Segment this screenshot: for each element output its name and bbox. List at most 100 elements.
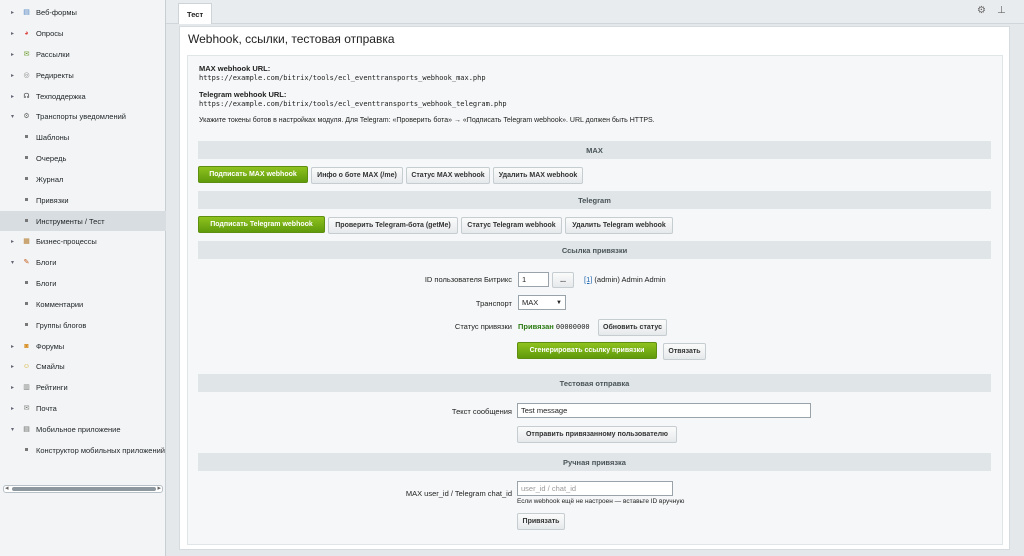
chevron-right-icon[interactable]: ▸ xyxy=(11,363,17,370)
sidebar-item-label: Почта xyxy=(36,403,57,413)
sidebar-item-label: Рейтинги xyxy=(36,382,68,392)
sidebar-item-3[interactable]: ▸ ✉ Рассылки xyxy=(0,44,166,64)
bind-button[interactable]: Привязать xyxy=(517,513,565,530)
sidebar-item-14[interactable]: Блоги xyxy=(0,273,166,293)
sidebar-item-9[interactable]: Журнал xyxy=(0,169,166,189)
sidebar-item-18[interactable]: ▸ ☺ Смайлы xyxy=(0,356,166,376)
binding-status: Привязан 00000000 xyxy=(518,322,590,331)
section-binding-link: Ссылка привязки xyxy=(198,241,991,259)
user-info: [1] (admin) Admin Admin xyxy=(584,275,666,284)
max-url-label: MAX webhook URL: xyxy=(199,64,271,73)
chevron-down-icon[interactable]: ▾ xyxy=(11,426,17,433)
manual-id-input[interactable]: user_id / chat_id xyxy=(517,481,673,496)
top-bar: Тест ⚙ ⊥ xyxy=(166,0,1024,24)
chevron-down-icon[interactable]: ▾ xyxy=(11,259,17,266)
user-name: (admin) Admin Admin xyxy=(592,275,666,284)
rating-icon: ▥ xyxy=(23,383,30,391)
bullet-icon xyxy=(25,135,28,138)
sidebar-item-label: Привязки xyxy=(36,195,69,205)
chevron-right-icon[interactable]: ▸ xyxy=(11,384,17,391)
pin-icon[interactable]: ⊥ xyxy=(997,5,1006,16)
sidebar-item-label: Комментарии xyxy=(36,299,84,309)
chevron-right-icon[interactable]: ▸ xyxy=(11,343,17,350)
chevron-right-icon[interactable]: ▸ xyxy=(11,30,17,37)
gear-icon: ⚙ xyxy=(23,112,30,120)
sidebar-item-label: Веб-формы xyxy=(36,7,77,17)
send-to-bound-user-button[interactable]: Отправить привязанному пользователю xyxy=(517,426,677,443)
chevron-right-icon[interactable]: ▸ xyxy=(11,9,17,16)
generate-link-button[interactable]: Сгенерировать ссылку привязки xyxy=(517,342,657,359)
sidebar-item-label: Опросы xyxy=(36,28,64,38)
sidebar-item-13[interactable]: ▾ ✎ Блоги xyxy=(0,252,166,272)
sidebar-item-15[interactable]: Комментарии xyxy=(0,294,166,314)
sidebar-item-label: Блоги xyxy=(36,257,57,267)
max-webhook-status-button[interactable]: Статус MAX webhook xyxy=(406,167,490,184)
bullet-icon xyxy=(25,302,28,305)
manual-id-hint: Если webhook ещё не настроен — вставьте … xyxy=(517,498,685,505)
sidebar-item-16[interactable]: Группы блогов xyxy=(0,315,166,335)
section-max: MAX xyxy=(198,141,991,159)
sidebar-item-label: Смайлы xyxy=(36,361,65,371)
user-id-input[interactable]: 1 xyxy=(518,272,549,287)
sidebar-item-19[interactable]: ▸ ▥ Рейтинги xyxy=(0,377,166,397)
manual-id-label: MAX user_id / Telegram chat_id xyxy=(405,489,512,498)
mail-icon: ✉ xyxy=(23,50,30,58)
user-browse-button[interactable]: ... xyxy=(552,272,574,288)
process-icon: ▦ xyxy=(23,237,30,245)
delete-max-webhook-button[interactable]: Удалить MAX webhook xyxy=(493,167,583,184)
smile-icon: ☺ xyxy=(22,362,31,370)
sidebar-item-1[interactable]: ▸ ▤ Веб-формы xyxy=(0,2,166,22)
sidebar-item-10[interactable]: Привязки xyxy=(0,190,166,210)
sidebar-item-7[interactable]: Шаблоны xyxy=(0,127,166,147)
telegram-url-label: Telegram webhook URL: xyxy=(199,90,287,99)
binding-status-code: 00000000 xyxy=(555,323,590,331)
unbind-button[interactable]: Отвязать xyxy=(663,343,706,360)
tab-test[interactable]: Тест xyxy=(178,3,213,24)
blog-icon: ✎ xyxy=(23,258,30,266)
chevron-down-icon[interactable]: ▾ xyxy=(11,113,17,120)
check-telegram-bot-button[interactable]: Проверить Telegram-бота (getMe) xyxy=(328,217,458,234)
transport-select[interactable]: MAX ▼ xyxy=(518,295,566,310)
max-bot-info-button[interactable]: Инфо о боте MAX (/me) xyxy=(311,167,403,184)
chevron-right-icon[interactable]: ▸ xyxy=(11,238,17,245)
sidebar-item-label: Конструктор мобильных приложений xyxy=(36,445,165,455)
sidebar-item-17[interactable]: ▸ ◙ Форумы xyxy=(0,336,166,356)
sidebar-item-11[interactable]: Инструменты / Тест xyxy=(0,211,166,231)
binding-status-value: Привязан xyxy=(518,322,554,331)
bullet-icon xyxy=(25,281,28,284)
sidebar-item-2[interactable]: ▸ ◕ Опросы xyxy=(0,23,166,43)
sidebar-item-label: Бизнес-процессы xyxy=(36,236,97,246)
sidebar-item-4[interactable]: ▸ ◎ Редиректы xyxy=(0,65,166,85)
chevron-right-icon[interactable]: ▸ xyxy=(11,405,17,412)
max-url-value: https://example.com/bitrix/tools/ecl_eve… xyxy=(199,74,486,82)
scroll-left-icon[interactable]: ◂ xyxy=(5,484,9,492)
telegram-webhook-status-button[interactable]: Статус Telegram webhook xyxy=(461,217,562,234)
subscribe-max-webhook-button[interactable]: Подписать MAX webhook xyxy=(198,166,308,183)
sidebar-item-21[interactable]: ▾ ▤ Мобильное приложение xyxy=(0,419,166,439)
message-input[interactable]: Test message xyxy=(517,403,811,418)
scrollbar-thumb[interactable] xyxy=(12,487,156,491)
sidebar-item-8[interactable]: Очередь xyxy=(0,148,166,168)
sidebar-item-12[interactable]: ▸ ▦ Бизнес-процессы xyxy=(0,231,166,251)
sidebar-item-label: Блоги xyxy=(36,278,57,288)
sidebar-item-label: Транспорты уведомлений xyxy=(36,111,126,121)
refresh-status-button[interactable]: Обновить статус xyxy=(598,319,667,336)
mobile-icon: ▤ xyxy=(23,425,30,433)
main-content: Webhook, ссылки, тестовая отправка MAX w… xyxy=(179,26,1010,550)
sidebar-item-label: Форумы xyxy=(36,341,65,351)
scroll-right-icon[interactable]: ▸ xyxy=(157,484,161,492)
delete-telegram-webhook-button[interactable]: Удалить Telegram webhook xyxy=(565,217,673,234)
sidebar-item-6[interactable]: ▾ ⚙ Транспорты уведомлений xyxy=(0,106,166,126)
sidebar-horizontal-scrollbar[interactable]: ◂ ▸ xyxy=(3,485,163,493)
message-label: Текст сообщения xyxy=(451,407,512,416)
sidebar-item-5[interactable]: ▸ ☊ Техподдержка xyxy=(0,86,166,106)
envelope-icon: ✉ xyxy=(23,404,30,412)
sidebar-item-20[interactable]: ▸ ✉ Почта xyxy=(0,398,166,418)
gear-icon[interactable]: ⚙ xyxy=(977,5,986,16)
subscribe-telegram-webhook-button[interactable]: Подписать Telegram webhook xyxy=(198,216,325,233)
chevron-right-icon[interactable]: ▸ xyxy=(11,51,17,58)
chevron-right-icon[interactable]: ▸ xyxy=(11,72,17,79)
chevron-right-icon[interactable]: ▸ xyxy=(11,93,17,100)
sidebar: ▸ ▤ Веб-формы ▸ ◕ Опросы ▸ ✉ Рассылки ▸ ◎ Редиректы… xyxy=(0,0,166,556)
sidebar-item-22[interactable]: Конструктор мобильных приложений xyxy=(0,440,166,460)
